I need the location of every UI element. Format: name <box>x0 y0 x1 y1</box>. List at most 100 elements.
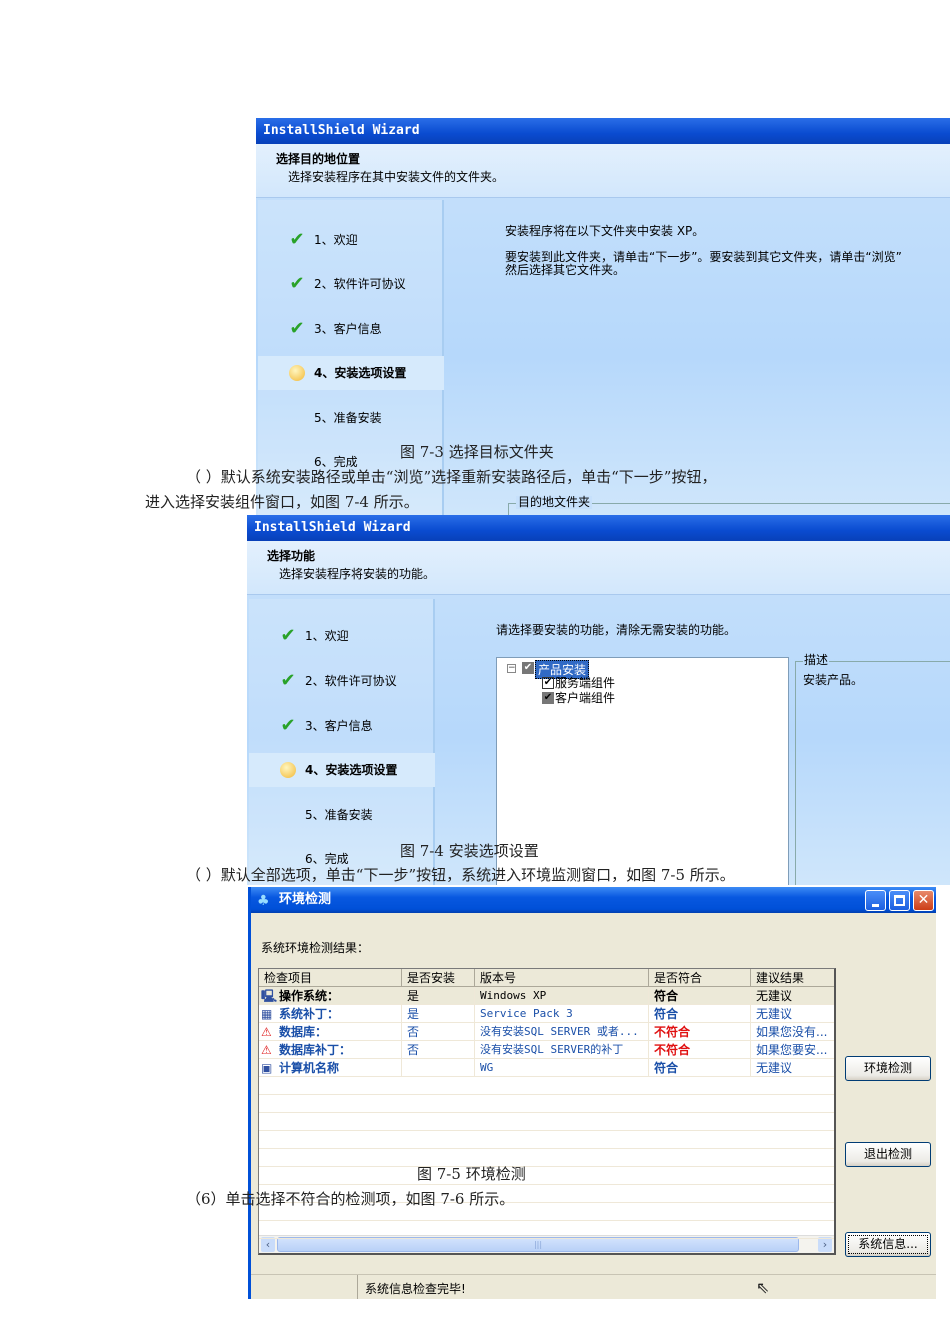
feature-tree[interactable]: − ✔ 产品安装 ✔ 服务端组件 ✔ 客户端组件 <box>496 657 789 885</box>
scroll-left-icon[interactable]: ‹ <box>261 1237 275 1252</box>
figure-caption-7-5: 图 7-5 环境检测 <box>417 1165 526 1183</box>
cell-installed: 是 <box>402 1005 475 1023</box>
cell-text: 是 <box>407 1007 420 1021</box>
step-customer-info: ✔ 3、客户信息 <box>286 318 382 339</box>
grid-row <box>259 1131 834 1149</box>
scrollbar-thumb[interactable]: ||| <box>277 1237 799 1252</box>
destination-group-label: 目的地文件夹 <box>516 495 593 509</box>
cell-advice: 无建议 <box>751 1059 834 1077</box>
step-label: 1、欢迎 <box>314 233 358 247</box>
cell-version: WG <box>475 1059 649 1077</box>
install-location-text: 安装程序将在以下文件夹中安装 XP。 <box>505 224 705 238</box>
column-header[interactable]: 版本号 <box>475 969 649 987</box>
step-label: 3、客户信息 <box>314 322 382 336</box>
cell-text: 如果您没有... <box>756 1025 828 1039</box>
cell-text: 不符合 <box>654 1025 691 1039</box>
cell-text: Service Pack 3 <box>480 1007 573 1020</box>
grid-row <box>259 1221 834 1239</box>
grid-row <box>259 1113 834 1131</box>
cell-ok: 不符合 <box>649 1041 751 1059</box>
description-groupbox <box>795 661 950 885</box>
cell-text: 无建议 <box>756 1007 793 1021</box>
cell-text: 不符合 <box>654 1043 691 1057</box>
step-customer-info: ✔ 3、客户信息 <box>277 716 373 736</box>
cell-text: WG <box>480 1061 494 1074</box>
checkbox-client[interactable]: ✔ <box>542 692 554 704</box>
cell-advice: 如果您没有... <box>751 1023 834 1041</box>
step-welcome: ✔ 1、欢迎 <box>286 230 358 250</box>
cell-text: 是 <box>407 989 420 1003</box>
grid-row <box>259 1149 834 1167</box>
cell-item: ⚠ 数据库补丁： <box>259 1041 402 1059</box>
minimize-button[interactable] <box>865 890 886 911</box>
current-bullet-icon <box>289 365 305 381</box>
cell-ok: 符合 <box>649 1059 751 1077</box>
cell-text: Windows XP <box>480 989 547 1002</box>
system-info-button[interactable]: 系统信息... <box>845 1232 931 1257</box>
cell-text: 操作系统： <box>279 989 340 1003</box>
computer-icon: 🖳 <box>261 989 278 1003</box>
status-bar: 系统信息检查完毕! ⇖ <box>251 1274 936 1299</box>
exit-check-button[interactable]: 退出检测 <box>845 1142 931 1167</box>
app-icon: ♣ <box>257 893 270 909</box>
cell-text: 计算机名称 <box>279 1061 340 1075</box>
checkbox-product[interactable]: ✔ <box>522 662 534 674</box>
checkmark-icon: ✔ <box>289 318 305 339</box>
checkbox-server[interactable]: ✔ <box>542 677 554 689</box>
step-license: ✔ 2、软件许可协议 <box>286 274 405 294</box>
step-prepare: 5、准备安装 <box>305 805 373 825</box>
patch-icon: ▦ <box>261 1007 273 1021</box>
cell-installed: 否 <box>402 1023 475 1041</box>
scroll-right-icon[interactable]: › <box>818 1237 832 1252</box>
column-header[interactable]: 是否符合 <box>649 969 751 987</box>
cell-item: 🖳 操作系统： <box>259 987 402 1005</box>
collapse-icon[interactable]: − <box>507 664 516 673</box>
column-header[interactable]: 建议结果 <box>751 969 834 987</box>
header-title: 选择功能 <box>267 549 316 563</box>
cell-item: ▦ 系统补丁： <box>259 1005 402 1023</box>
cell-text: 没有安装SQL SERVER 或者... <box>480 1025 639 1038</box>
cell-text: 符合 <box>654 1061 679 1075</box>
current-bullet-icon <box>280 762 296 778</box>
cell-ok: 不符合 <box>649 1023 751 1041</box>
status-text: 系统信息检查完毕! <box>365 1282 466 1296</box>
alarm-icon: ⚠ <box>261 1025 272 1039</box>
cell-version: Windows XP <box>475 987 649 1005</box>
window-title: InstallShield Wizard <box>256 118 950 144</box>
cell-text: 无建议 <box>756 1061 793 1075</box>
step-license: ✔ 2、软件许可协议 <box>277 670 396 691</box>
checkmark-icon: ✔ <box>280 670 296 691</box>
maximize-button[interactable] <box>889 890 910 911</box>
cell-text: 系统补丁： <box>279 1007 340 1021</box>
column-header[interactable]: 检查项目 <box>259 969 402 987</box>
cell-text: 否 <box>407 1043 420 1057</box>
figure-caption-7-4: 图 7-4 安装选项设置 <box>400 842 539 860</box>
wizard-header: 选择目的地位置 选择安装程序在其中安装文件的文件夹。 <box>256 144 950 198</box>
cell-text: 否 <box>407 1025 420 1039</box>
environment-check-window: 环境检测 ♣ ✕ 系统环境检测结果： 检查项目 是否安装 版本号 是否符合 建议… <box>248 887 936 1299</box>
step-label: 1、欢迎 <box>305 629 349 643</box>
checkmark-icon: ✔ <box>280 625 296 646</box>
environment-check-button[interactable]: 环境检测 <box>845 1056 931 1081</box>
header-subtitle: 选择安装程序在其中安装文件的文件夹。 <box>288 170 505 184</box>
step-prepare: 5、准备安装 <box>314 408 382 428</box>
step-label: 3、客户信息 <box>305 719 373 733</box>
paragraph: （ ）默认全部选项，单击“下一步”按钮，系统进入环境监测窗口，如图 7-5 所示… <box>186 866 735 884</box>
step-welcome: ✔ 1、欢迎 <box>277 625 349 646</box>
cell-text: 数据库： <box>279 1025 328 1039</box>
window-title: InstallShield Wizard <box>247 515 950 541</box>
cell-installed: 否 <box>402 1041 475 1059</box>
result-label: 系统环境检测结果： <box>261 941 370 955</box>
feature-instruction: 请选择要安装的功能，清除无需安装的功能。 <box>496 623 737 637</box>
tree-item-client[interactable]: 客户端组件 <box>555 689 615 706</box>
cell-installed: 是 <box>402 987 475 1005</box>
grid-row <box>259 1167 834 1185</box>
header-subtitle: 选择安装程序将安装的功能。 <box>279 567 436 581</box>
step-install-options: 4、安装选项设置 <box>277 760 397 780</box>
step-label: 5、准备安装 <box>305 808 373 822</box>
column-header[interactable]: 是否安装 <box>402 969 475 987</box>
cell-version: 没有安装SQL SERVER的补丁 <box>475 1041 649 1059</box>
cell-installed <box>402 1059 475 1077</box>
cell-text: 无建议 <box>756 989 793 1003</box>
close-button[interactable]: ✕ <box>913 890 934 911</box>
